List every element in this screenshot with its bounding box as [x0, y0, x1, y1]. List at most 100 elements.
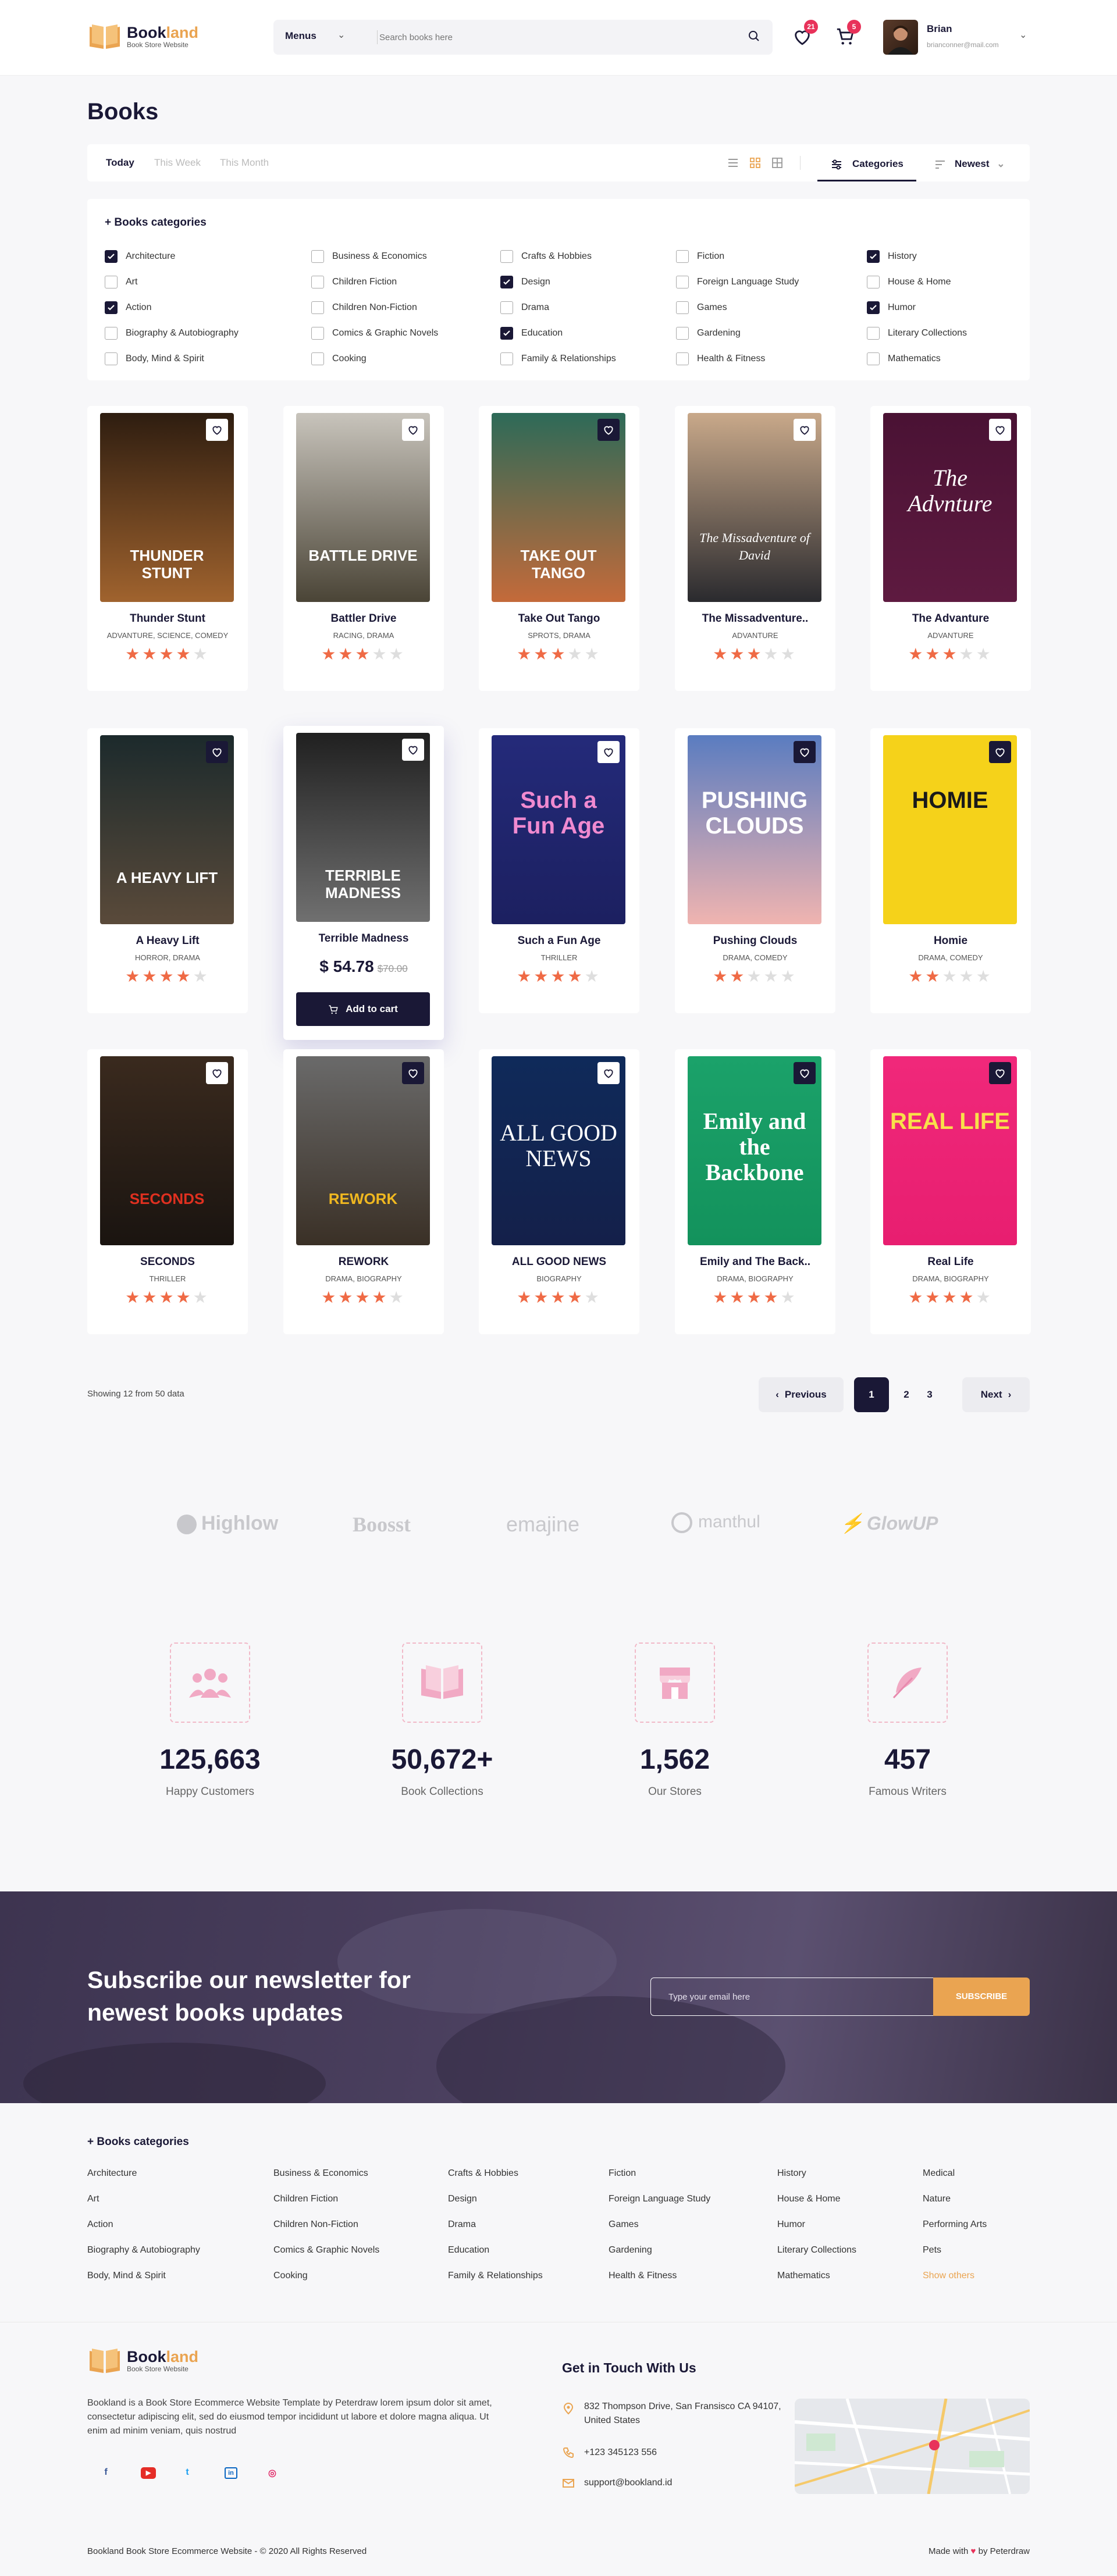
book-cover[interactable]: THUNDER STUNT: [100, 413, 234, 602]
footer-category-link[interactable]: Mathematics: [777, 2271, 830, 2281]
next-button[interactable]: Next ›: [962, 1377, 1030, 1412]
search-input[interactable]: [379, 27, 728, 48]
footer-category-link[interactable]: Gardening: [609, 2245, 652, 2256]
footer-category-link[interactable]: Architecture: [87, 2168, 137, 2179]
book-title[interactable]: Real Life: [870, 1256, 1031, 1269]
book-card[interactable]: Emily and the Backbone Emily and The Back…: [675, 1049, 835, 1334]
category-checkbox[interactable]: Gardening: [676, 327, 741, 340]
checkbox-icon[interactable]: [867, 327, 880, 340]
instagram-icon[interactable]: ◎: [266, 2467, 278, 2479]
favorite-button[interactable]: [597, 419, 620, 441]
favorite-button[interactable]: [989, 419, 1011, 441]
footer-category-link[interactable]: Literary Collections: [777, 2245, 856, 2256]
footer-category-link[interactable]: Health & Fitness: [609, 2271, 677, 2281]
category-checkbox[interactable]: Family & Relationships: [500, 352, 616, 365]
logo[interactable]: Bookland Book Store Website: [87, 22, 198, 51]
book-title[interactable]: SECONDS: [87, 1256, 248, 1269]
subscribe-button[interactable]: SUBSCRIBE: [933, 1978, 1030, 2016]
book-cover[interactable]: Emily and the Backbone: [688, 1056, 821, 1245]
category-checkbox[interactable]: Literary Collections: [867, 327, 967, 340]
checkbox-icon[interactable]: [500, 352, 513, 365]
checkbox-checked-icon[interactable]: [867, 250, 880, 263]
favorite-button[interactable]: [206, 419, 228, 441]
checkbox-icon[interactable]: [311, 327, 324, 340]
checkbox-icon[interactable]: [105, 352, 118, 365]
favorite-button[interactable]: [794, 1062, 816, 1084]
checkbox-icon[interactable]: [311, 276, 324, 288]
book-card[interactable]: PUSHING CLOUDS Pushing Clouds DRAMA, COMED…: [675, 728, 835, 1013]
favorite-button[interactable]: [794, 419, 816, 441]
book-cover[interactable]: HOMIE: [883, 735, 1017, 924]
category-checkbox[interactable]: Comics & Graphic Novels: [311, 327, 438, 340]
page-1-button[interactable]: 1: [854, 1377, 889, 1412]
category-checkbox[interactable]: Humor: [867, 301, 916, 314]
book-card[interactable]: REWORK REWORK DRAMA, BIOGRAPHY ★★★★★: [283, 1049, 444, 1334]
checkbox-icon[interactable]: [676, 352, 689, 365]
footer-category-link[interactable]: Body, Mind & Spirit: [87, 2271, 166, 2281]
checkbox-icon[interactable]: [676, 250, 689, 263]
linkedin-icon[interactable]: in: [225, 2467, 237, 2479]
book-card[interactable]: Such a Fun Age Such a Fun Age THRILLER ★★★★…: [479, 728, 639, 1013]
footer-category-link[interactable]: Humor: [777, 2219, 805, 2230]
menus-button[interactable]: Menus: [285, 30, 316, 42]
avatar[interactable]: [883, 20, 918, 55]
facebook-icon[interactable]: f: [100, 2467, 112, 2479]
favorite-button[interactable]: [794, 741, 816, 763]
book-cover[interactable]: TAKE OUT TANGO: [492, 413, 625, 602]
book-title[interactable]: ALL GOOD NEWS: [479, 1256, 639, 1269]
category-checkbox[interactable]: Children Non-Fiction: [311, 301, 417, 314]
favorite-button[interactable]: [402, 419, 424, 441]
book-cover[interactable]: PUSHING CLOUDS: [688, 735, 821, 924]
checkbox-icon[interactable]: [311, 250, 324, 263]
page-3-button[interactable]: 3: [912, 1377, 947, 1412]
chevron-down-icon[interactable]: ⌄: [337, 29, 345, 41]
book-card[interactable]: A HEAVY LIFT A Heavy Lift HORROR, DRAMA ★★★…: [87, 728, 248, 1013]
footer-category-link[interactable]: Design: [448, 2194, 477, 2204]
footer-category-link[interactable]: Medical: [923, 2168, 955, 2179]
book-cover[interactable]: REWORK: [296, 1056, 430, 1245]
youtube-icon[interactable]: ▶: [141, 2467, 156, 2479]
footer-category-link[interactable]: Children Non-Fiction: [273, 2219, 358, 2230]
footer-category-link[interactable]: Children Fiction: [273, 2194, 338, 2204]
checkbox-icon[interactable]: [676, 301, 689, 314]
book-cover[interactable]: The Advnture: [883, 413, 1017, 602]
favorite-button[interactable]: [206, 741, 228, 763]
category-checkbox[interactable]: Drama: [500, 301, 549, 314]
checkbox-icon[interactable]: [105, 276, 118, 288]
category-checkbox[interactable]: Action: [105, 301, 151, 314]
category-checkbox[interactable]: Education: [500, 327, 563, 340]
checkbox-icon[interactable]: [500, 301, 513, 314]
contact-email[interactable]: support@bookland.id: [584, 2476, 672, 2490]
checkbox-icon[interactable]: [311, 352, 324, 365]
checkbox-checked-icon[interactable]: [500, 327, 513, 340]
footer-category-link[interactable]: House & Home: [777, 2194, 841, 2204]
book-title[interactable]: REWORK: [283, 1256, 444, 1269]
category-checkbox[interactable]: Art: [105, 276, 137, 288]
footer-category-link[interactable]: Biography & Autobiography: [87, 2245, 200, 2256]
book-title[interactable]: Pushing Clouds: [675, 935, 835, 947]
category-checkbox[interactable]: Biography & Autobiography: [105, 327, 239, 340]
book-title[interactable]: Homie: [870, 935, 1031, 947]
tab-today[interactable]: Today: [106, 157, 134, 169]
category-checkbox[interactable]: Business & Economics: [311, 250, 427, 263]
favorite-button[interactable]: [402, 739, 424, 761]
book-cover[interactable]: TERRIBLE MADNESS: [296, 733, 430, 922]
book-card[interactable]: BATTLE DRIVE Battler Drive RACING, DRAMA ★★…: [283, 406, 444, 691]
favorite-button[interactable]: [597, 1062, 620, 1084]
checkbox-icon[interactable]: [311, 301, 324, 314]
book-cover[interactable]: BATTLE DRIVE: [296, 413, 430, 602]
book-card[interactable]: TAKE OUT TANGO Take Out Tango SPROTS, DRAM…: [479, 406, 639, 691]
footer-category-link[interactable]: Comics & Graphic Novels: [273, 2245, 379, 2256]
category-checkbox[interactable]: Architecture: [105, 250, 175, 263]
cart-button[interactable]: 5: [835, 20, 861, 47]
search-icon[interactable]: [748, 30, 760, 42]
book-title[interactable]: The Missadventure..: [675, 612, 835, 625]
checkbox-checked-icon[interactable]: [867, 301, 880, 314]
footer-category-link[interactable]: Education: [448, 2245, 489, 2256]
book-title[interactable]: Terrible Madness: [283, 932, 444, 945]
book-card[interactable]: The Missadventure of David The Missadvent…: [675, 406, 835, 691]
category-checkbox[interactable]: Cooking: [311, 352, 367, 365]
footer-category-link[interactable]: Drama: [448, 2219, 476, 2230]
category-checkbox[interactable]: Mathematics: [867, 352, 941, 365]
book-title[interactable]: A Heavy Lift: [87, 935, 248, 947]
